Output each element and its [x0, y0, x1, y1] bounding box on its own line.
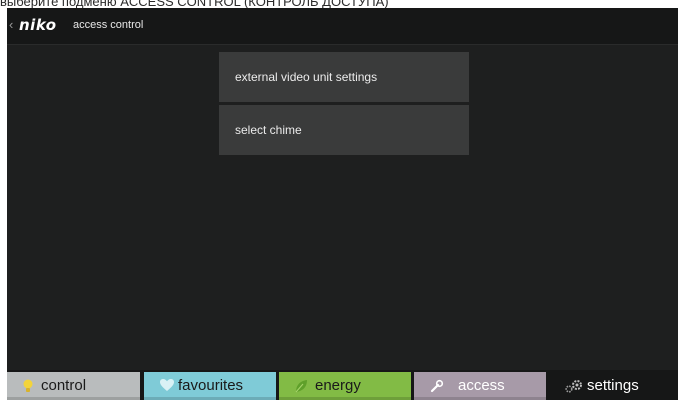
tab-label: energy: [315, 377, 361, 394]
chevron-left-icon[interactable]: ‹: [9, 18, 13, 32]
tab-access[interactable]: access: [414, 372, 546, 400]
top-bar: ‹ niko access control: [7, 8, 678, 45]
tab-label: access: [458, 377, 505, 394]
gears-icon: [563, 372, 582, 400]
tab-energy[interactable]: energy: [279, 372, 411, 400]
leaf-icon: [293, 372, 309, 400]
tab-bar: control favourites energy access setting…: [7, 370, 678, 400]
tab-favourites[interactable]: favourites: [144, 372, 276, 400]
tab-label: favourites: [178, 377, 244, 394]
menu-item-select-chime[interactable]: select chime: [219, 105, 469, 155]
tab-label: settings: [587, 377, 639, 394]
tab-label: control: [41, 377, 87, 394]
app-screen: ‹ niko access control external video uni…: [7, 8, 678, 400]
menu-item-label: select chime: [235, 123, 302, 137]
niko-logo: niko: [19, 16, 57, 34]
page-title: access control: [73, 19, 144, 31]
heart-icon: [158, 372, 174, 400]
menu-item-external-video-unit-settings[interactable]: external video unit settings: [219, 52, 469, 102]
tab-settings[interactable]: settings: [549, 372, 678, 400]
document-caption: выберите подменю ACCESS CONTROL (КОНТРОЛ…: [0, 0, 678, 8]
lightbulb-icon: [21, 372, 37, 400]
tab-control[interactable]: control: [7, 372, 140, 400]
wrench-icon: [428, 372, 444, 400]
caption-text: выберите подменю ACCESS CONTROL (КОНТРОЛ…: [0, 0, 389, 8]
menu-item-label: external video unit settings: [235, 70, 378, 84]
